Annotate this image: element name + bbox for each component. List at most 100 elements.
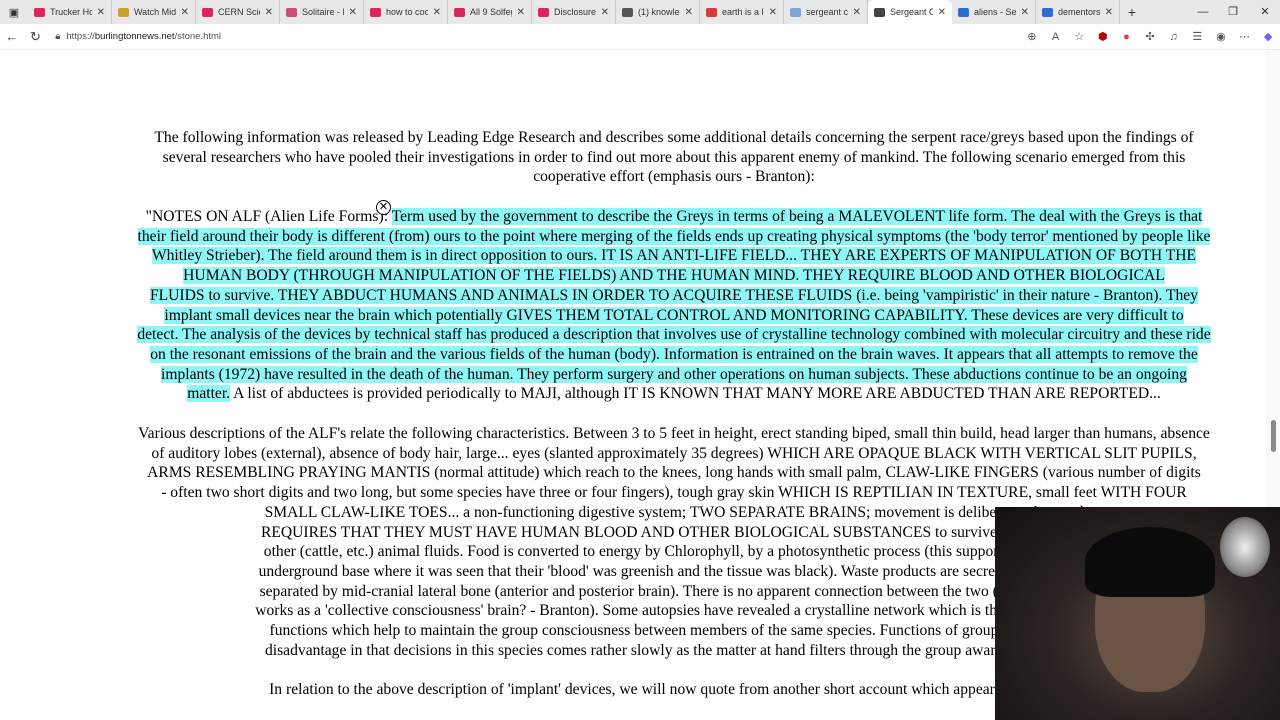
tab-favicon-icon [202,7,213,17]
scrollbar-thumb[interactable] [1271,420,1276,452]
tab-5[interactable]: how to cook ✕ [364,0,448,24]
tab-1[interactable]: Trucker Hom ✕ [28,0,112,24]
cancel-selection-icon[interactable]: ✕ [376,200,391,215]
text-line: HUMAN BODY (THROUGH MANIPULATION OF THE … [118,266,1230,286]
text-line: FLUIDS to survive. THEY ABDUCT HUMANS AN… [118,286,1230,306]
tab-8[interactable]: (1) knowled ✕ [616,0,700,24]
text-segment: Various descriptions of the ALF's relate… [138,425,1210,442]
tab-close-icon[interactable]: ✕ [265,7,273,18]
text-line: on the resonant emissions of the brain a… [118,345,1230,365]
webcam-overlay [995,507,1280,720]
tab-10[interactable]: sergeant clif ✕ [784,0,868,24]
text-line: several researchers who have pooled thei… [118,148,1230,168]
tab-favicon-icon [370,7,381,17]
text-segment: A list of abductees is provided periodic… [230,385,1161,403]
text-segment: The following information was released b… [154,129,1194,146]
copilot-icon[interactable]: ◆ [1256,30,1280,43]
browser-toolbar: ← ↻ 🔒︎ https://burlingtonnews.net/stone.… [0,24,1280,50]
text-line: ARMS RESEMBLING PRAYING MANTIS (normal a… [118,463,1230,483]
tab-close-icon[interactable]: ✕ [601,7,609,18]
tab-close-icon[interactable]: ✕ [769,7,777,18]
new-tab-button[interactable]: + [1120,4,1144,20]
restore-button[interactable]: ❐ [1218,0,1248,24]
tab-11[interactable]: Sergeant Cl ✕ [868,0,952,24]
tab-favicon-icon [454,7,465,17]
text-segment: "NOTES ON ALF (Alien Life Forms): [145,208,392,225]
highlighted-text: on the resonant emissions of the brain a… [150,345,1198,363]
extensions-icon[interactable]: ✣ [1138,30,1162,43]
read-aloud-icon[interactable]: A [1044,31,1068,43]
text-line: - often two short digits and two long, b… [118,483,1230,503]
tab-13[interactable]: dementors ✕ [1036,0,1120,24]
text-line: The following information was released b… [118,128,1230,148]
text-segment: - often two short digits and two long, b… [161,484,1187,502]
text-segment: functions which help to maintain the gro… [269,622,1079,640]
tab-label: sergeant clif [806,7,848,17]
tab-label: (1) knowled [638,7,680,17]
highlighted-text: implants (1972) have resulted in the dea… [161,365,1187,383]
text-line: detect. The analysis of the devices by t… [118,325,1230,345]
tab-label: Trucker Hom [50,7,92,17]
tab-label: how to cook [386,7,428,17]
tab-favicon-icon [874,7,885,17]
tab-4[interactable]: Solitaire - Pl ✕ [280,0,364,24]
tab-label: Sergeant Cl [890,7,933,17]
tab-label: dementors [1058,7,1100,17]
tab-favicon-icon [790,7,801,17]
tab-close-icon[interactable]: ✕ [97,7,105,18]
tab-6[interactable]: All 9 Solfegg ✕ [448,0,532,24]
tab-list: Trucker Hom✕Watch Midn✕CERN Scient✕Solit… [28,0,1120,24]
tab-close-icon[interactable]: ✕ [938,7,946,18]
tab-9[interactable]: earth is a lo ✕ [700,0,784,24]
tab-label: All 9 Solfegg [470,7,512,17]
text-segment: of auditory lobes (external), absence of… [151,444,1197,462]
tab-actions-icon[interactable]: ▣ [0,6,28,19]
tab-bar: ▣ Trucker Hom✕Watch Midn✕CERN Scient✕Sol… [0,0,1280,24]
tab-label: aliens - Sear [974,7,1016,17]
tab-close-icon[interactable]: ✕ [1105,7,1113,18]
tab-12[interactable]: aliens - Sear ✕ [952,0,1036,24]
back-button[interactable]: ← [0,29,24,44]
address-bar[interactable]: 🔒︎ https://burlingtonnews.net/stone.html [55,31,1020,42]
text-line: implant small devices near the brain whi… [118,306,1230,326]
tab-close-icon[interactable]: ✕ [349,7,357,18]
close-window-button[interactable]: ✕ [1250,0,1280,24]
text-segment: separated by mid-cranial lateral bone (a… [259,582,1089,600]
minimize-button[interactable]: — [1188,0,1218,24]
text-segment: In relation to the above description of … [269,681,1079,698]
highlighted-text: implant small devices near the brain whi… [164,306,1184,324]
text-line: their field around their body is differe… [118,227,1230,247]
text-line: Various descriptions of the ALF's relate… [118,424,1230,444]
tab-close-icon[interactable]: ✕ [685,7,693,18]
favorite-star-icon[interactable]: ☆ [1067,30,1091,43]
highlighted-text: matter. [187,385,231,403]
tab-close-icon[interactable]: ✕ [433,7,441,18]
tab-label: Disclosure S [554,7,596,17]
ublock-extension-icon[interactable]: ⬢ [1091,30,1115,43]
favorites-icon[interactable]: ☰ [1185,30,1209,43]
tab-7[interactable]: Disclosure S ✕ [532,0,616,24]
tab-2[interactable]: Watch Midn ✕ [112,0,196,24]
text-line: "NOTES ON ALF (Alien Life Forms): Term u… [118,207,1230,227]
text-segment: cooperative effort (emphasis ours - Bran… [533,168,815,186]
highlighted-text: HUMAN BODY (THROUGH MANIPULATION OF THE … [183,267,1165,285]
more-menu-icon[interactable]: ⋯ [1233,30,1257,43]
tab-close-icon[interactable]: ✕ [853,7,861,18]
highlighted-text: Term used by the government to describe … [391,208,1203,225]
text-line: cooperative effort (emphasis ours - Bran… [118,167,1230,187]
text-line: matter. A list of abductees is provided … [118,384,1230,404]
text-segment: ARMS RESEMBLING PRAYING MANTIS (normal a… [147,464,1201,482]
tab-favicon-icon [706,7,717,17]
tab-label: CERN Scient [218,7,260,17]
tab-close-icon[interactable]: ✕ [181,7,189,18]
text-segment: works as a 'collective consciousness' br… [255,602,1093,620]
refresh-button[interactable]: ↻ [24,29,48,45]
tab-3[interactable]: CERN Scient ✕ [196,0,280,24]
tab-close-icon[interactable]: ✕ [1021,7,1029,18]
adblock-extension-icon[interactable]: ● [1115,31,1139,43]
profile-avatar[interactable]: ◉ [1209,30,1233,43]
highlighted-text: Whitley Strieber). The field around them… [151,247,1197,265]
browser-essentials-icon[interactable]: ♫ [1162,31,1186,43]
tab-close-icon[interactable]: ✕ [517,7,525,18]
zoom-icon[interactable]: ⊕ [1020,30,1044,43]
